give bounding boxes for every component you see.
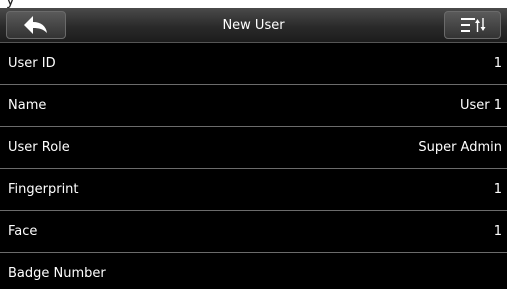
field-label: Face — [8, 224, 38, 239]
field-row-face[interactable]: Face 1 — [0, 211, 507, 253]
field-row-name[interactable]: Name User 1 — [0, 85, 507, 127]
field-label: Badge Number — [8, 266, 106, 281]
field-label: Name — [8, 98, 47, 113]
field-value: 1 — [493, 224, 502, 239]
clipped-caption-text: y — [6, 0, 15, 8]
field-row-fingerprint[interactable]: Fingerprint 1 — [0, 169, 507, 211]
field-value: 1 — [493, 56, 502, 71]
sort-button[interactable] — [444, 11, 501, 39]
field-label: User ID — [8, 56, 56, 71]
field-label: User Role — [8, 140, 70, 155]
device-screen: New User User ID 1 Name User 1 User Role… — [0, 8, 507, 289]
sort-menu-icon — [460, 18, 485, 32]
field-row-user-id[interactable]: User ID 1 — [0, 43, 507, 85]
back-button[interactable] — [6, 11, 66, 39]
back-arrow-icon — [24, 16, 47, 34]
clipped-caption: y — [0, 0, 507, 8]
page-title: New User — [222, 18, 285, 33]
user-field-list: User ID 1 Name User 1 User Role Super Ad… — [0, 43, 507, 289]
field-row-badge-number[interactable]: Badge Number — [0, 253, 507, 289]
field-value: Super Admin — [418, 140, 502, 155]
field-label: Fingerprint — [8, 182, 79, 197]
field-value: User 1 — [459, 98, 502, 113]
title-bar: New User — [0, 8, 507, 43]
field-row-user-role[interactable]: User Role Super Admin — [0, 127, 507, 169]
field-value: 1 — [493, 182, 502, 197]
